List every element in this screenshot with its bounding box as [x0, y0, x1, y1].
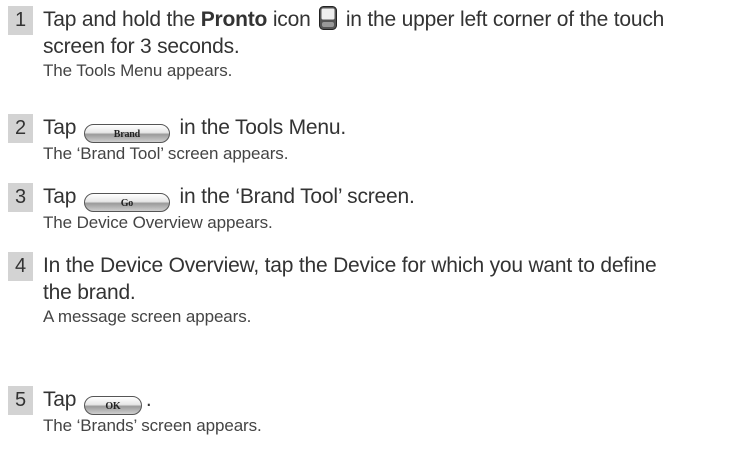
step-instruction: Tap Go in the ‘Brand Tool’ screen. [43, 183, 744, 212]
step-4: 4 In the Device Overview, tap the Device… [8, 252, 744, 328]
step-instruction: Tap Brand in the Tools Menu. [43, 114, 744, 143]
step-result: The ‘Brand Tool’ screen appears. [43, 144, 289, 163]
go-button[interactable]: Go [83, 193, 170, 212]
step-result: The Tools Menu appears. [43, 61, 233, 80]
step-instruction: Tap OK. [43, 386, 744, 415]
step-number: 2 [8, 114, 33, 143]
step-number: 3 [8, 183, 33, 212]
ok-button[interactable]: OK [83, 396, 142, 415]
step-number: 5 [8, 386, 33, 415]
step-3: 3 Tap Go in the ‘Brand Tool’ screen. The… [8, 183, 744, 234]
step-result: A message screen appears. [43, 307, 252, 326]
step-2: 2 Tap Brand in the Tools Menu. The ‘Bran… [8, 114, 744, 165]
step-number: 4 [8, 252, 33, 281]
step-result: The ‘Brands’ screen appears. [43, 416, 262, 435]
step-result: The Device Overview appears. [43, 213, 273, 232]
step-instruction: Tap and hold the Pronto icon in the uppe… [43, 6, 665, 58]
step-1: 1 Tap and hold the Pronto icon in the up… [8, 6, 744, 82]
pronto-device-icon [319, 6, 338, 30]
step-number: 1 [8, 6, 33, 35]
step-5: 5 Tap OK. The ‘Brands’ screen appears. [8, 386, 744, 437]
pronto-label: Pronto [200, 8, 268, 31]
step-instruction: In the Device Overview, tap the Device f… [43, 254, 657, 304]
brand-button[interactable]: Brand [83, 124, 170, 143]
